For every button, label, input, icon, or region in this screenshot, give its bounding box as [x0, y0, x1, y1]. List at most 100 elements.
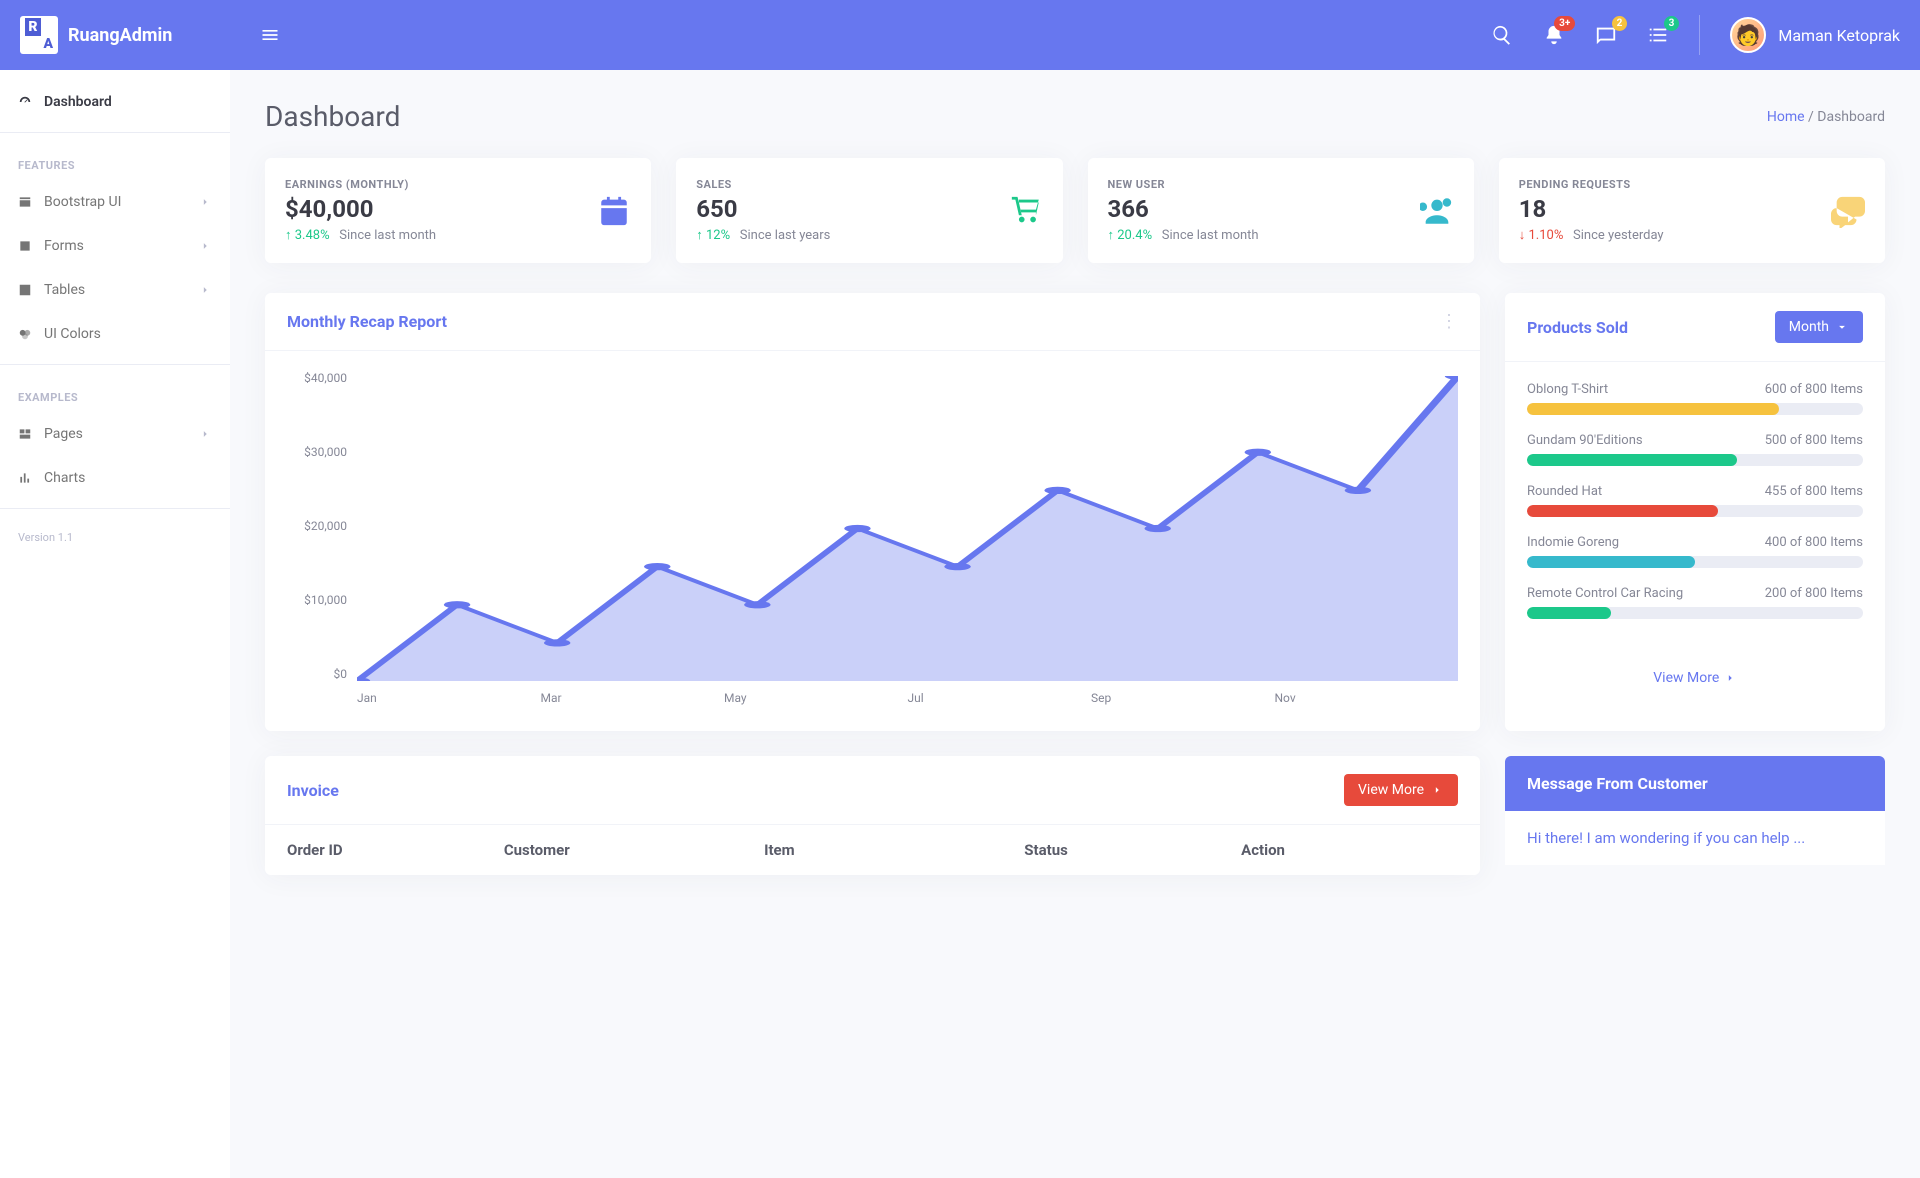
stat-label: EARNINGS (MONTHLY)	[285, 178, 436, 191]
sidebar-item-dashboard[interactable]: Dashboard	[0, 80, 230, 124]
progress-bar	[1527, 505, 1863, 517]
stat-meta: Since last years	[740, 228, 831, 243]
stat-change: ↑ 12%	[696, 228, 730, 243]
products-card: Products Sold Month Oblong T-Shirt 600 o…	[1505, 293, 1885, 731]
sidebar-item[interactable]: Forms	[0, 224, 230, 268]
table-header: Customer	[504, 841, 764, 859]
stat-card: SALES 650 ↑ 12% Since last years	[676, 158, 1062, 263]
progress-bar	[1527, 403, 1863, 415]
search-icon[interactable]	[1491, 24, 1513, 46]
stat-meta: Since last month	[1162, 228, 1259, 243]
product-item: Gundam 90'Editions 500 of 800 Items	[1527, 433, 1863, 466]
table-header: Status	[1024, 841, 1241, 859]
sidebar-toggle[interactable]	[260, 25, 280, 46]
message-title: Message From Customer	[1505, 756, 1885, 811]
tasks-badge: 3	[1664, 16, 1680, 31]
table-header: Order ID	[287, 841, 504, 859]
stat-value: $40,000	[285, 195, 436, 223]
stat-label: SALES	[696, 178, 830, 191]
avatar: 🧑	[1730, 17, 1766, 53]
product-count: 400 of 800 Items	[1765, 535, 1863, 550]
breadcrumb-current: Dashboard	[1817, 109, 1885, 125]
stat-label: NEW USER	[1108, 178, 1259, 191]
chevron-right-icon	[198, 195, 212, 209]
sidebar-item[interactable]: Charts	[0, 456, 230, 500]
product-item: Remote Control Car Racing 200 of 800 Ite…	[1527, 586, 1863, 619]
stat-change: ↑ 20.4%	[1108, 228, 1153, 243]
product-name: Gundam 90'Editions	[1527, 433, 1643, 448]
sidebar-item-label: Charts	[44, 470, 85, 486]
product-name: Indomie Goreng	[1527, 535, 1619, 550]
product-item: Rounded Hat 455 of 800 Items	[1527, 484, 1863, 517]
product-name: Remote Control Car Racing	[1527, 586, 1683, 601]
stat-card: PENDING REQUESTS 18 ↓ 1.10% Since yester…	[1499, 158, 1885, 263]
sidebar-item-label: Tables	[44, 282, 85, 298]
calendar-icon	[597, 178, 631, 243]
sidebar-item[interactable]: Pages	[0, 412, 230, 456]
product-count: 600 of 800 Items	[1765, 382, 1863, 397]
sidebar-version: Version 1.1	[0, 517, 230, 558]
stat-value: 650	[696, 195, 830, 223]
brand[interactable]: RuangAdmin	[20, 16, 230, 54]
sidebar-item-label: Forms	[44, 238, 84, 254]
table-header: Item	[764, 841, 1024, 859]
chart-title: Monthly Recap Report	[287, 312, 447, 331]
stat-value: 18	[1519, 195, 1664, 223]
users-icon	[1420, 178, 1454, 243]
chevron-right-icon	[198, 427, 212, 441]
user-menu[interactable]: 🧑 Maman Ketoprak	[1730, 17, 1900, 53]
sidebar-heading-features: FEATURES	[0, 141, 230, 180]
product-item: Oblong T-Shirt 600 of 800 Items	[1527, 382, 1863, 415]
invoice-title: Invoice	[287, 781, 1344, 800]
chevron-right-icon	[1430, 783, 1444, 797]
product-name: Rounded Hat	[1527, 484, 1602, 499]
sidebar-item-label: Pages	[44, 426, 83, 442]
product-count: 500 of 800 Items	[1765, 433, 1863, 448]
stat-meta: Since yesterday	[1573, 228, 1664, 243]
invoice-card: Invoice View More Order IDCustomerItemSt…	[265, 756, 1480, 875]
chevron-right-icon	[1723, 671, 1737, 685]
product-name: Oblong T-Shirt	[1527, 382, 1608, 397]
messages-badge: 2	[1612, 16, 1628, 31]
user-name: Maman Ketoprak	[1778, 26, 1900, 45]
stat-change: ↓ 1.10%	[1519, 228, 1564, 243]
stat-card: NEW USER 366 ↑ 20.4% Since last month	[1088, 158, 1474, 263]
message-preview[interactable]: Hi there! I am wondering if you can help…	[1505, 811, 1885, 865]
month-dropdown[interactable]: Month	[1775, 311, 1863, 343]
progress-bar	[1527, 607, 1863, 619]
sidebar-item[interactable]: UI Colors	[0, 312, 230, 356]
message-card: Message From Customer Hi there! I am won…	[1505, 756, 1885, 875]
comments-icon	[1831, 178, 1865, 243]
progress-bar	[1527, 556, 1863, 568]
products-view-more[interactable]: View More	[1653, 670, 1736, 686]
sidebar-item-label: Bootstrap UI	[44, 194, 121, 210]
cart-icon	[1009, 178, 1043, 243]
sidebar-item[interactable]: Bootstrap UI	[0, 180, 230, 224]
page-title: Dashboard	[265, 100, 400, 133]
alerts-icon[interactable]: 3+	[1543, 24, 1565, 46]
product-count: 455 of 800 Items	[1765, 484, 1863, 499]
stat-card: EARNINGS (MONTHLY) $40,000 ↑ 3.48% Since…	[265, 158, 651, 263]
breadcrumb-home[interactable]: Home	[1767, 109, 1805, 125]
invoice-view-more[interactable]: View More	[1344, 774, 1458, 806]
chart-menu-icon[interactable]: ⋮	[1440, 311, 1458, 332]
sidebar-heading-examples: EXAMPLES	[0, 373, 230, 412]
messages-icon[interactable]: 2	[1595, 24, 1617, 46]
divider	[1699, 15, 1700, 55]
stat-meta: Since last month	[339, 228, 436, 243]
breadcrumb: Home / Dashboard	[1767, 109, 1885, 125]
stat-label: PENDING REQUESTS	[1519, 178, 1664, 191]
sidebar-item[interactable]: Tables	[0, 268, 230, 312]
stat-value: 366	[1108, 195, 1259, 223]
brand-text: RuangAdmin	[68, 25, 172, 46]
progress-bar	[1527, 454, 1863, 466]
sidebar: Dashboard FEATURES Bootstrap UI Forms Ta…	[0, 70, 230, 1178]
product-item: Indomie Goreng 400 of 800 Items	[1527, 535, 1863, 568]
product-count: 200 of 800 Items	[1765, 586, 1863, 601]
products-title: Products Sold	[1527, 318, 1628, 337]
tasks-icon[interactable]: 3	[1647, 24, 1669, 46]
sidebar-item-label: Dashboard	[44, 94, 112, 110]
table-header: Action	[1241, 841, 1458, 859]
sidebar-item-label: UI Colors	[44, 326, 101, 342]
brand-logo	[20, 16, 58, 54]
